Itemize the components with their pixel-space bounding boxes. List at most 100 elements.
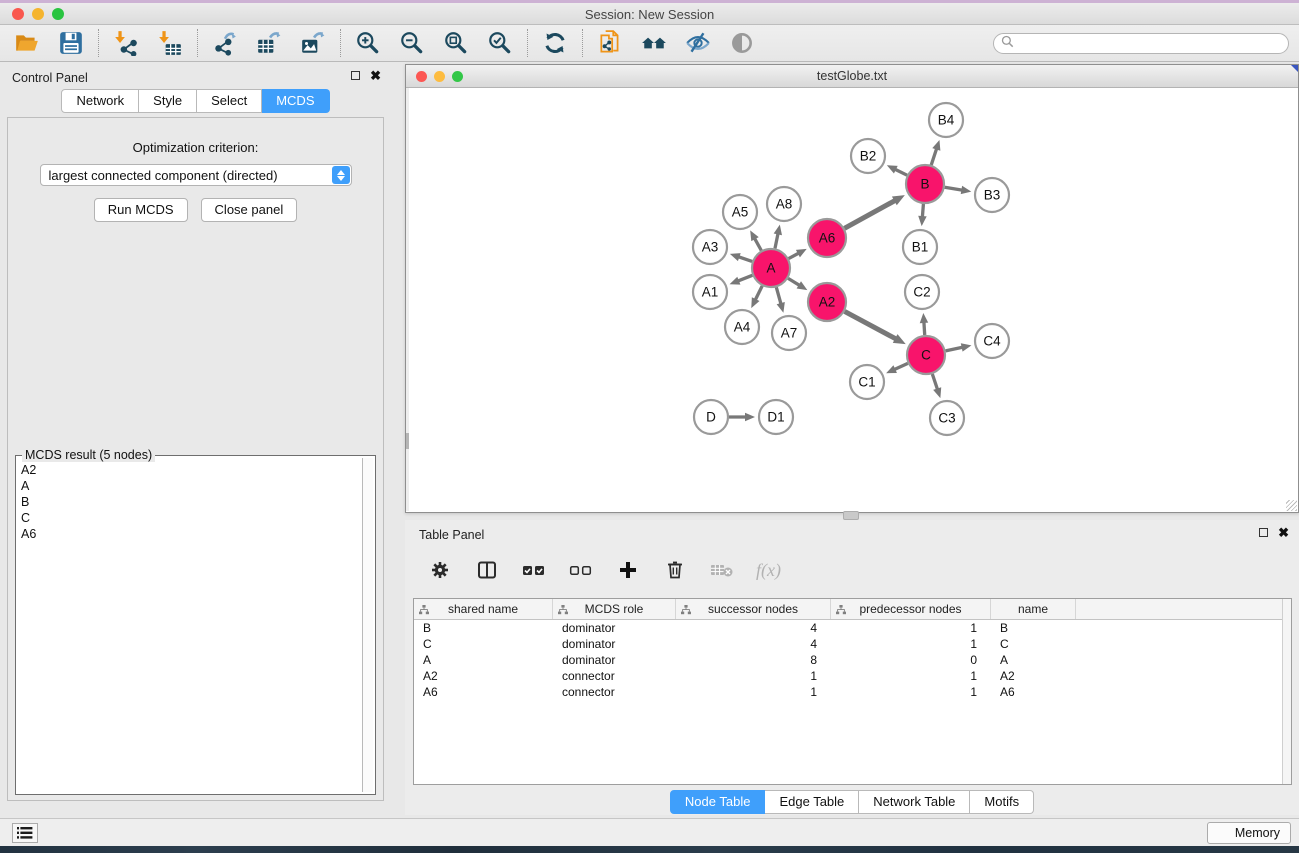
export-network-icon[interactable] <box>212 30 238 56</box>
cell-successor-nodes[interactable]: 1 <box>676 668 831 684</box>
memory-button[interactable]: Memory <box>1207 822 1291 844</box>
edge-A-A7[interactable] <box>776 287 781 304</box>
node-A4[interactable]: A4 <box>725 310 759 344</box>
node-B[interactable]: B <box>906 165 944 203</box>
edge-A-A3[interactable] <box>738 257 752 262</box>
edge-A-A5[interactable] <box>754 238 761 251</box>
delete-columns-icon[interactable] <box>662 557 688 583</box>
table-row-c[interactable]: Cdominator41C <box>414 636 1291 652</box>
zoom-selected-icon[interactable] <box>487 30 513 56</box>
edge-A-A6[interactable] <box>789 253 800 259</box>
network-window-titlebar[interactable]: testGlobe.txt <box>406 65 1298 88</box>
edge-A-A2[interactable] <box>788 278 800 285</box>
cell-successor-nodes[interactable]: 1 <box>676 684 831 700</box>
zoom-out-icon[interactable] <box>399 30 425 56</box>
cell-name[interactable]: C <box>991 636 1076 652</box>
node-A2[interactable]: A2 <box>808 283 846 321</box>
first-neighbors-icon[interactable] <box>641 30 667 56</box>
edge-B-B3[interactable] <box>945 187 963 190</box>
cell-name[interactable]: A6 <box>991 684 1076 700</box>
cell-predecessor-nodes[interactable]: 1 <box>831 668 991 684</box>
result-item-c[interactable]: C <box>19 510 361 526</box>
cell-mcds-role[interactable]: connector <box>553 684 676 700</box>
network-canvas[interactable]: AA1A2A3A4A5A6A7A8BB1B2B3B4CC1C2C3C4DD1 <box>406 88 1298 512</box>
open-file-icon[interactable] <box>14 30 40 56</box>
cell-shared-name[interactable]: A <box>414 652 553 668</box>
float-panel-icon[interactable] <box>1259 528 1268 537</box>
node-A3[interactable]: A3 <box>693 230 727 264</box>
delete-table-icon[interactable] <box>709 557 735 583</box>
create-column-icon[interactable] <box>615 557 641 583</box>
edge-A-A8[interactable] <box>775 233 778 248</box>
select-all-columns-icon[interactable] <box>521 557 547 583</box>
node-B2[interactable]: B2 <box>851 139 885 173</box>
tab-select[interactable]: Select <box>197 89 262 113</box>
edge-A6-B[interactable] <box>845 200 896 228</box>
run-mcds-button[interactable]: Run MCDS <box>94 198 188 222</box>
mcds-result-scrollbar[interactable] <box>362 458 373 792</box>
column-header-successor-nodes[interactable]: successor nodes <box>676 599 831 619</box>
tab-network[interactable]: Network <box>61 89 139 113</box>
network-left-scrollbar[interactable] <box>406 88 409 511</box>
save-session-icon[interactable] <box>58 30 84 56</box>
cell-name[interactable]: A <box>991 652 1076 668</box>
cell-predecessor-nodes[interactable]: 1 <box>831 620 991 636</box>
node-C1[interactable]: C1 <box>850 365 884 399</box>
result-item-a6[interactable]: A6 <box>19 526 361 542</box>
edge-C-C3[interactable] <box>932 374 937 390</box>
edge-C-C1[interactable] <box>894 363 908 369</box>
export-table-icon[interactable] <box>256 30 282 56</box>
tab-style[interactable]: Style <box>139 89 197 113</box>
node-D1[interactable]: D1 <box>759 400 793 434</box>
toggle-panes-icon[interactable] <box>474 557 500 583</box>
column-header-predecessor-nodes[interactable]: predecessor nodes <box>831 599 991 619</box>
edge-B-B1[interactable] <box>922 204 923 218</box>
close-panel-icon[interactable]: ✖ <box>370 70 381 81</box>
refresh-icon[interactable] <box>542 30 568 56</box>
table-tab-edge-table[interactable]: Edge Table <box>765 790 859 814</box>
table-row-a[interactable]: Adominator80A <box>414 652 1291 668</box>
node-B3[interactable]: B3 <box>975 178 1009 212</box>
unselect-all-columns-icon[interactable] <box>568 557 594 583</box>
table-scrollbar[interactable] <box>1282 599 1291 784</box>
node-B1[interactable]: B1 <box>903 230 937 264</box>
cell-mcds-role[interactable]: dominator <box>553 620 676 636</box>
table-tab-network-table[interactable]: Network Table <box>859 790 970 814</box>
cell-name[interactable]: A2 <box>991 668 1076 684</box>
result-item-a2[interactable]: A2 <box>19 462 361 478</box>
table-tab-motifs[interactable]: Motifs <box>970 790 1034 814</box>
edge-C-C2[interactable] <box>924 321 925 335</box>
cell-mcds-role[interactable]: dominator <box>553 636 676 652</box>
table-row-b[interactable]: Bdominator41B <box>414 620 1291 636</box>
edge-A-A1[interactable] <box>737 275 752 281</box>
hide-graphics-details-icon[interactable] <box>685 30 711 56</box>
mcds-result-list[interactable]: A2ABCA6 <box>19 462 361 791</box>
node-A6[interactable]: A6 <box>808 219 846 257</box>
cell-successor-nodes[interactable]: 8 <box>676 652 831 668</box>
node-D[interactable]: D <box>694 400 728 434</box>
function-builder-icon[interactable]: f(x) <box>756 560 781 581</box>
table-row-a6[interactable]: A6connector11A6 <box>414 684 1291 700</box>
cell-shared-name[interactable]: C <box>414 636 553 652</box>
import-network-icon[interactable] <box>113 30 139 56</box>
cell-predecessor-nodes[interactable]: 1 <box>831 684 991 700</box>
edge-C-C4[interactable] <box>946 347 964 351</box>
cell-shared-name[interactable]: A2 <box>414 668 553 684</box>
node-C4[interactable]: C4 <box>975 324 1009 358</box>
node-A7[interactable]: A7 <box>772 316 806 350</box>
edge-B-B4[interactable] <box>931 148 937 165</box>
tab-mcds[interactable]: MCDS <box>262 89 329 113</box>
edge-B-B2[interactable] <box>894 169 907 175</box>
edge-A-A4[interactable] <box>755 286 762 301</box>
node-A8[interactable]: A8 <box>767 187 801 221</box>
node-C2[interactable]: C2 <box>905 275 939 309</box>
node-B4[interactable]: B4 <box>929 103 963 137</box>
cell-shared-name[interactable]: A6 <box>414 684 553 700</box>
close-panel-button[interactable]: Close panel <box>201 198 298 222</box>
cell-predecessor-nodes[interactable]: 0 <box>831 652 991 668</box>
node-C3[interactable]: C3 <box>930 401 964 435</box>
cell-shared-name[interactable]: B <box>414 620 553 636</box>
node-C[interactable]: C <box>907 336 945 374</box>
export-image-icon[interactable] <box>300 30 326 56</box>
resize-grip-icon[interactable] <box>1286 500 1297 511</box>
